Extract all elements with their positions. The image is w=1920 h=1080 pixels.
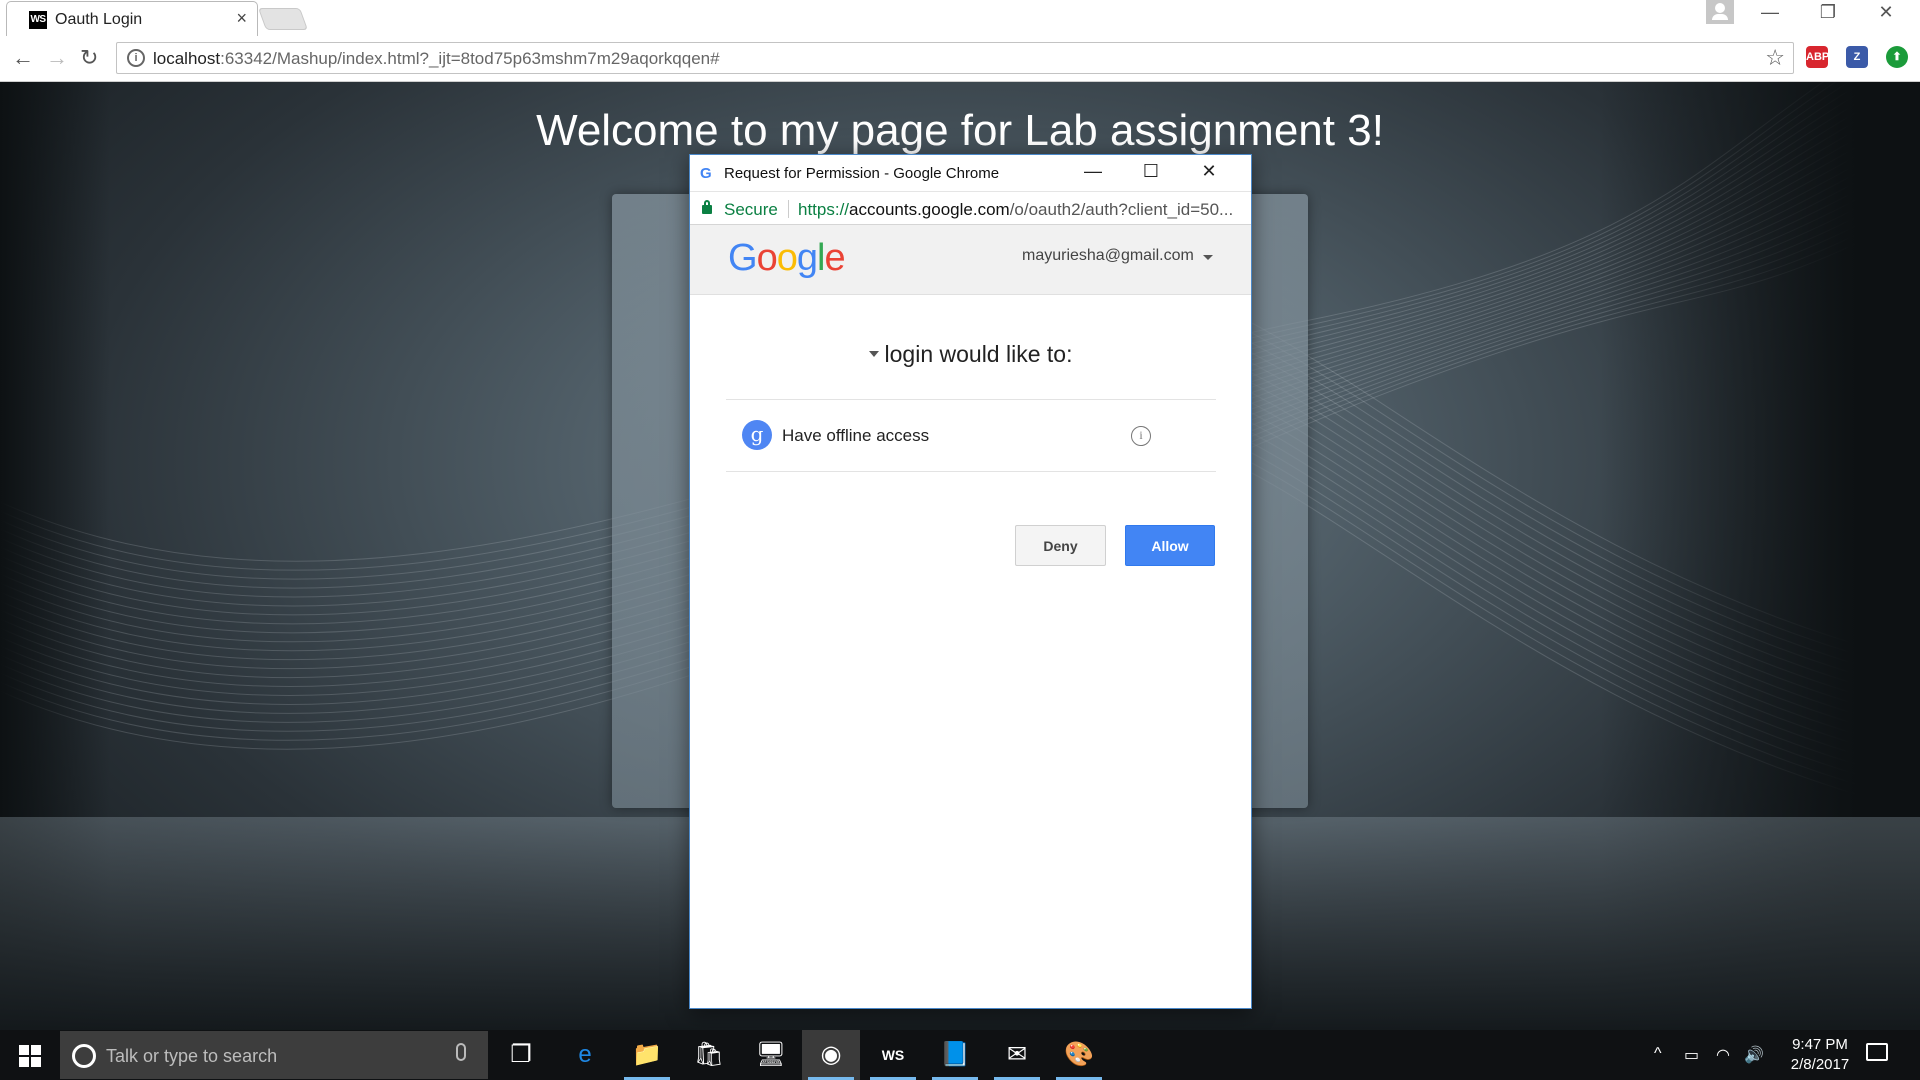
cortana-icon[interactable] [72,1044,96,1068]
scope-label: Have offline access [782,426,930,445]
clock-date: 2/8/2017 [1790,1056,1850,1073]
address-bar[interactable]: i localhost:63342/Mashup/index.html?_ijt… [116,42,1794,74]
google-logo: Google [728,237,846,279]
close-window-button[interactable]: ✕ [1866,2,1906,23]
taskbar-remote-desktop-icon[interactable]: 🖥 [742,1030,800,1080]
microphone-icon[interactable] [456,1043,466,1061]
google-scope-icon: g [742,420,772,450]
tab-strip: WS Oauth Login × — ❐ ✕ [0,0,1920,36]
taskbar-chrome-icon[interactable]: ◉ [802,1030,860,1080]
taskbar-paint-icon[interactable]: 🎨 [1050,1030,1108,1080]
tab-title: Oauth Login [55,11,143,28]
system-clock[interactable]: 9:47 PM 2/8/2017 [1780,1035,1860,1075]
taskbar-store-icon[interactable]: 🛍 [680,1030,738,1080]
scope-row-offline-access: g Have offline access i [726,400,1216,470]
popup-window-title: Request for Permission - Google Chrome [724,165,1000,182]
popup-url: https://accounts.google.com/o/oauth2/aut… [798,200,1234,219]
back-button[interactable]: ← [12,45,34,71]
upload-extension-icon[interactable]: ⬆ [1886,46,1908,68]
page-heading: Welcome to my page for Lab assignment 3! [536,106,1384,155]
scope-info-icon[interactable]: i [1131,426,1151,446]
account-dropdown-icon[interactable] [1203,255,1213,260]
new-tab-button[interactable] [257,8,309,30]
popup-maximize-button[interactable]: ☐ [1136,161,1166,182]
account-header: Google mayuriesha@gmail.com [690,225,1251,295]
popup-titlebar[interactable]: G Request for Permission - Google Chrome… [690,155,1251,191]
secure-label: Secure [724,200,778,219]
reload-button[interactable]: ↻ [80,45,98,71]
forward-button[interactable]: → [46,45,68,71]
webstorm-icon: WS [29,11,47,29]
taskbar-notepad-icon[interactable]: 📘 [926,1030,984,1080]
taskbar-search-box[interactable]: Talk or type to search [60,1031,488,1079]
bookmark-star-icon[interactable]: ☆ [1765,45,1785,71]
battery-icon[interactable]: ▭ [1684,1045,1699,1065]
caret-down-icon [868,351,879,358]
adblock-plus-icon[interactable]: ABP [1806,46,1829,68]
taskbar-webstorm-icon[interactable]: WS [864,1030,922,1080]
volume-icon[interactable]: 🔊 [1744,1045,1764,1065]
profile-icon[interactable] [1706,0,1734,24]
consent-heading[interactable]: login would like to: [690,341,1251,368]
taskbar-edge-icon[interactable]: e [556,1030,614,1080]
taskbar-file-explorer-icon[interactable]: 📁 [618,1030,676,1080]
show-hidden-icons[interactable]: ^ [1654,1045,1662,1063]
z-extension-icon[interactable]: Z [1846,46,1868,68]
popup-close-button[interactable]: ✕ [1194,161,1224,182]
browser-toolbar: ← → ↻ i localhost:63342/Mashup/index.htm… [0,36,1920,82]
url-text[interactable]: localhost:63342/Mashup/index.html?_ijt=8… [153,49,720,69]
tab-oauth-login[interactable]: WS Oauth Login × [6,1,258,36]
popup-minimize-button[interactable]: — [1078,161,1108,182]
permission-popup-window: G Request for Permission - Google Chrome… [689,154,1252,1009]
site-info-icon[interactable]: i [127,49,145,67]
windows-start-icon[interactable] [0,1030,58,1080]
taskbar-outlook-icon[interactable]: ✉ [988,1030,1046,1080]
minimize-button[interactable]: — [1750,2,1790,23]
deny-button[interactable]: Deny [1015,525,1106,566]
clock-time: 9:47 PM [1792,1036,1848,1053]
google-g-icon: G [700,165,712,182]
search-placeholder: Talk or type to search [106,1046,278,1066]
taskbar-task-view-icon[interactable]: ❐ [492,1030,550,1080]
popup-address-bar[interactable]: Secure https://accounts.google.com/o/oau… [690,191,1251,225]
restore-button[interactable]: ❐ [1808,2,1848,23]
account-email[interactable]: mayuriesha@gmail.com [1022,247,1194,265]
wifi-icon[interactable]: ◠ [1716,1045,1730,1065]
allow-button[interactable]: Allow [1125,525,1215,566]
action-center-icon[interactable] [1866,1043,1888,1061]
close-tab-icon[interactable]: × [236,8,247,29]
taskbar: Talk or type to search ❐ e 📁 🛍 🖥 ◉ WS 📘 ✉ 🎨 ^ ▭ ◠… [0,1030,1920,1080]
lock-icon [702,200,712,214]
